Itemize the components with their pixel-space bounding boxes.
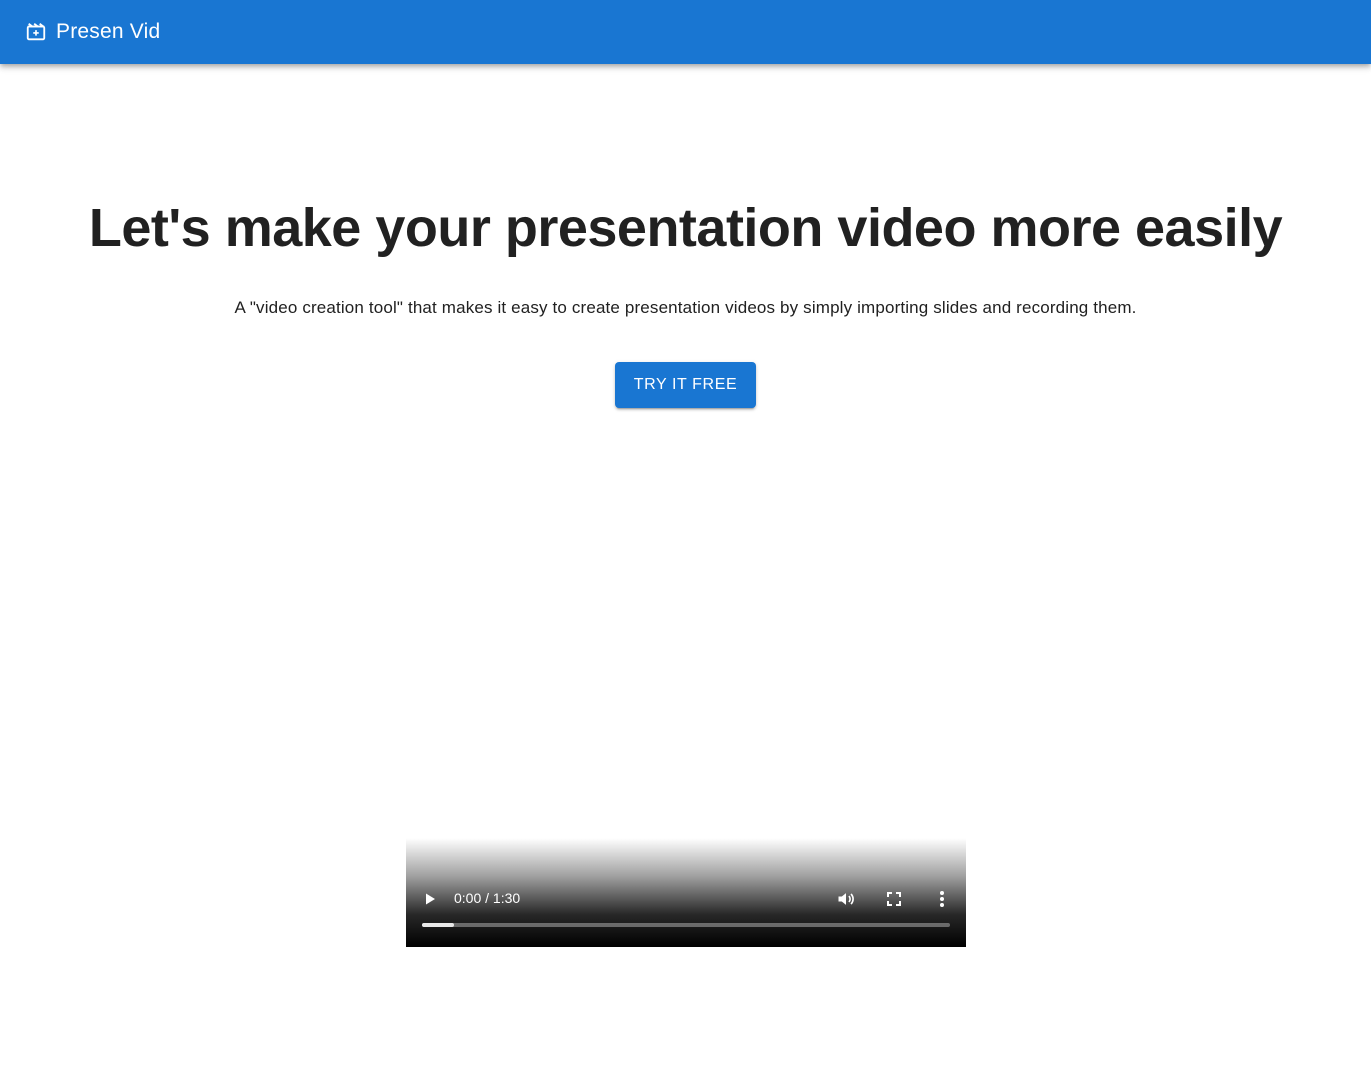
app-bar: Presen Vid: [0, 0, 1371, 64]
video-progress-bar[interactable]: [422, 923, 950, 927]
video-player[interactable]: 0:00 / 1:30: [406, 838, 966, 947]
fullscreen-icon[interactable]: [882, 887, 906, 911]
volume-icon[interactable]: [834, 887, 858, 911]
more-vert-icon[interactable]: [930, 887, 954, 911]
video-time-display: 0:00 / 1:30: [454, 890, 521, 906]
video-buffered-fill: [422, 923, 454, 927]
video-controls: 0:00 / 1:30: [406, 886, 966, 912]
play-icon[interactable]: [418, 887, 442, 911]
hero-title: Let's make your presentation video more …: [88, 198, 1283, 258]
app-title[interactable]: Presen Vid: [56, 20, 160, 44]
movie-icon: [24, 20, 48, 44]
hero-subtitle: A "video creation tool" that makes it ea…: [234, 298, 1137, 317]
try-it-free-button[interactable]: TRY IT FREE: [615, 362, 756, 408]
